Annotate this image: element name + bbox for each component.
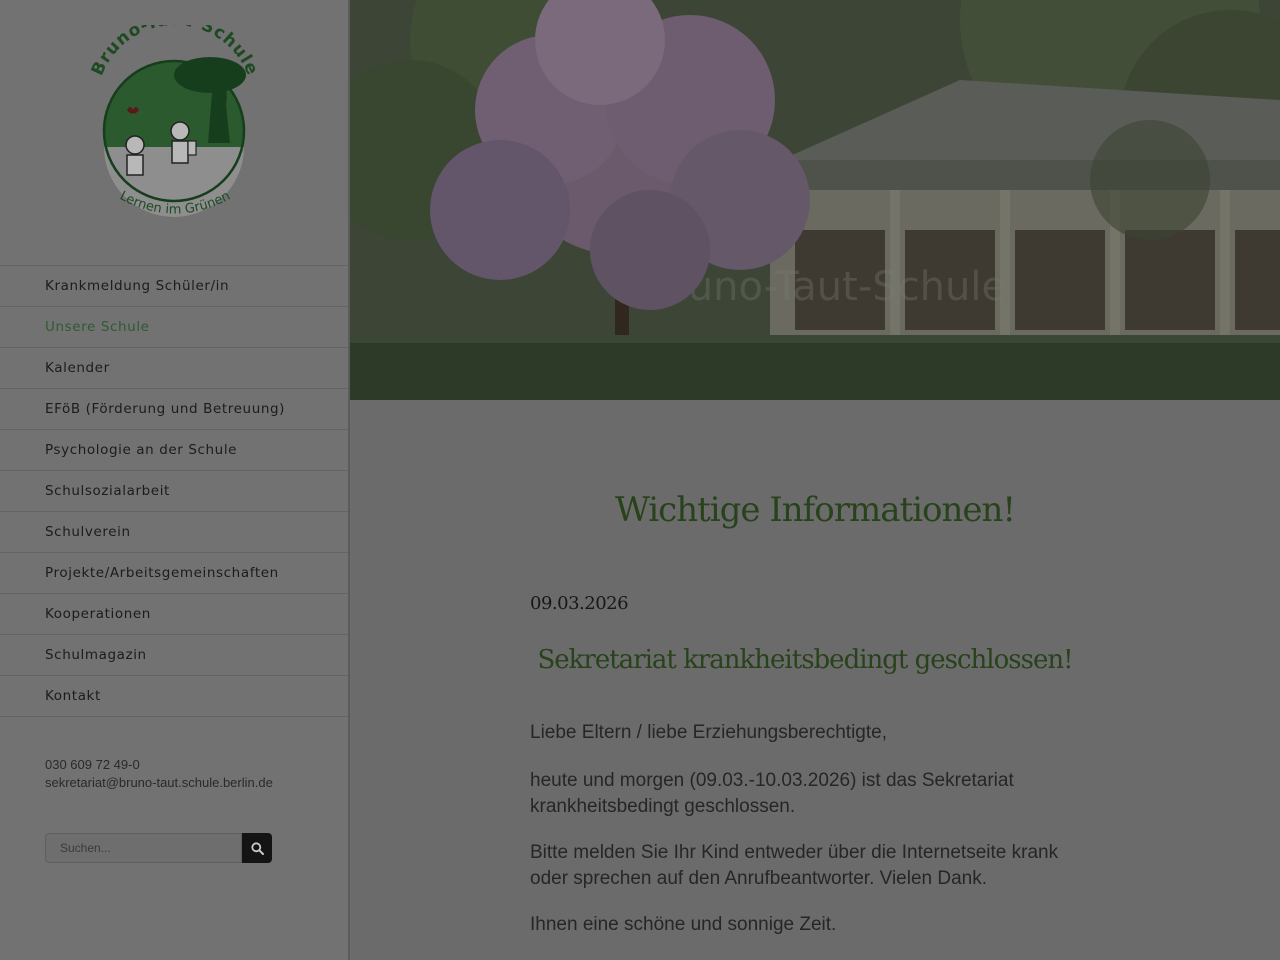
nav-item-krankmeldung[interactable]: Krankmeldung Schüler/in (0, 265, 348, 306)
post-paragraph: Bitte melden Sie Ihr Kind entweder über … (530, 842, 1059, 889)
school-building-photo: Bruno-Taut-Schule (350, 0, 1280, 400)
school-logo[interactable]: Bruno-Taut-Schule Lernen im Grünen (80, 25, 270, 235)
post-paragraph: Ihnen eine schöne und sonnige Zeit. (530, 914, 837, 935)
sidebar: Bruno-Taut-Schule Lernen im Grünen Krank… (0, 0, 350, 960)
search-icon (250, 841, 264, 855)
nav-item-kalender[interactable]: Kalender (0, 347, 348, 388)
post-headline: Sekretariat krankheitsbedingt geschlosse… (537, 645, 1073, 675)
nav-item-schulverein[interactable]: Schulverein (0, 511, 348, 552)
nav-item-psychologie[interactable]: Psychologie an der Schule (0, 429, 348, 470)
search-button[interactable] (242, 833, 272, 863)
hero-image: Bruno-Taut-Schule (350, 0, 1280, 400)
contact-phone[interactable]: 030 609 72 49-0 (45, 756, 273, 774)
search-form (45, 833, 272, 863)
nav-item-schulmagazin[interactable]: Schulmagazin (0, 634, 348, 675)
contact-info: 030 609 72 49-0 sekretariat@bruno-taut.s… (45, 756, 273, 792)
contact-email[interactable]: sekretariat@bruno-taut.schule.berlin.de (45, 774, 273, 792)
main-content: Wichtige Informationen! 09.03.2026 Sekre… (350, 400, 1280, 960)
page-title: Wichtige Informationen! (614, 490, 1016, 530)
nav-item-schulsozialarbeit[interactable]: Schulsozialarbeit (0, 470, 348, 511)
main-navigation: Krankmeldung Schüler/in Unsere Schule Ka… (0, 265, 348, 717)
nav-item-efoeb[interactable]: EFöB (Förderung und Betreuung) (0, 388, 348, 429)
post-paragraph: Liebe Eltern / liebe Erziehungsberechtig… (530, 722, 888, 743)
post-paragraph: heute und morgen (09.03.-10.03.2026) ist… (530, 770, 1014, 817)
nav-item-projekte[interactable]: Projekte/Arbeitsgemeinschaften (0, 552, 348, 593)
post-date: 09.03.2026 (530, 593, 629, 614)
nav-item-kooperationen[interactable]: Kooperationen (0, 593, 348, 634)
search-input[interactable] (45, 833, 242, 863)
nav-item-kontakt[interactable]: Kontakt (0, 675, 348, 717)
nav-item-unsere-schule[interactable]: Unsere Schule (0, 306, 348, 347)
